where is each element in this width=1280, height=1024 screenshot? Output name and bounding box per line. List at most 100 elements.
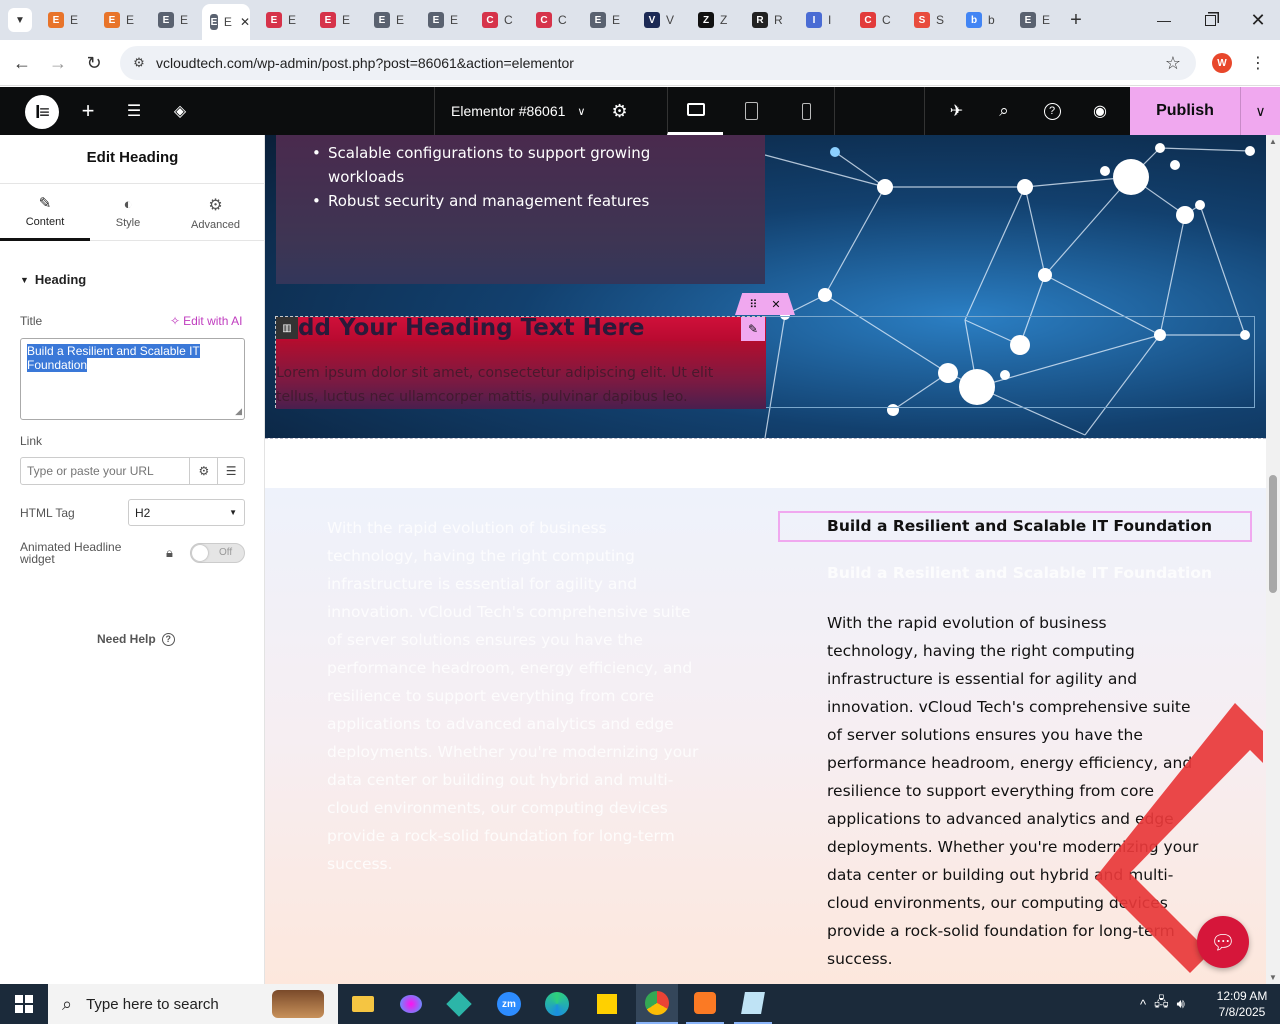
browser-tab[interactable]: E E ✕ [202,4,250,40]
start-button[interactable] [0,984,48,1024]
hero-section[interactable]: • Scalable configurations to support grow… [265,135,1266,438]
publish-button[interactable]: Publish [1130,87,1240,135]
finder-button[interactable]: ⌕ [988,87,1020,135]
browser-tab[interactable]: CC [852,6,904,34]
tab-search-button[interactable]: ▼ [8,8,32,32]
elementor-logo-button[interactable]: I≡ [25,95,59,129]
publish-options-button[interactable]: ∨ [1240,87,1280,135]
tab-title: R [774,13,783,27]
edit-with-ai-button[interactable]: ✧ Edit with AI [170,314,242,328]
close-tab-icon[interactable]: ✕ [240,15,250,29]
preview-button[interactable]: ◉ [1084,87,1116,135]
link-options-button[interactable]: ⚙ [189,458,217,484]
scroll-down-arrow[interactable]: ▼ [1269,973,1277,982]
taskbar-paint[interactable] [392,984,430,1024]
sparkle-icon: ✧ [170,314,181,328]
caret-down-icon: ▼ [229,508,237,517]
add-element-button[interactable]: + [76,97,100,125]
address-bar[interactable]: ⚙ vcloudtech.com/wp-admin/post.php?post=… [120,46,1196,80]
taskbar-chrome[interactable] [636,984,678,1024]
restore-button[interactable] [1192,6,1228,34]
clock[interactable]: 12:09 AM 7/8/2025 [1212,988,1272,1020]
tablet-view-button[interactable] [723,87,779,135]
browser-tab[interactable]: bb [958,6,1010,34]
tab-advanced[interactable]: ⚙ Advanced [166,184,265,241]
animated-headline-toggle[interactable]: Off [190,543,245,563]
taskbar-notepad[interactable] [734,984,772,1024]
browser-tab[interactable]: RR [744,6,796,34]
column-outline[interactable] [765,316,1255,408]
browser-tab[interactable]: CC [528,6,580,34]
new-tab-button[interactable]: + [1064,8,1088,32]
structure-button[interactable]: ◈ [168,97,192,125]
taskbar-search[interactable]: ⌕ Type here to search [48,984,338,1024]
taskbar-edge[interactable] [538,984,576,1024]
tab-title: E [126,13,135,27]
help-button[interactable]: ? [1036,87,1068,135]
browser-tab[interactable]: II [798,6,850,34]
delete-icon[interactable]: ✕ [771,298,780,311]
browser-tab[interactable]: EE [150,6,202,34]
drag-handle-icon[interactable]: ⠿ [749,298,757,311]
site-settings-button[interactable]: ☰ [122,97,146,125]
taskbar-sticky-notes[interactable] [588,984,626,1024]
browser-tab[interactable]: VV [636,6,688,34]
back-button[interactable]: ← [8,49,36,77]
browser-tab[interactable]: ZZ [690,6,742,34]
scroll-thumb[interactable] [1269,475,1277,593]
widget-handle[interactable]: ⠿ ✕ [735,293,795,315]
tab-style[interactable]: ◐ Style [90,184,166,241]
browser-tab[interactable]: EE [582,6,634,34]
chevron-down-icon: ∨ [1255,102,1266,119]
tab-title: I [828,13,832,27]
selected-heading-outline[interactable]: Build a Resilient and Scalable IT Founda… [778,511,1252,542]
chat-widget-button[interactable]: 💬︎ [1197,916,1249,968]
browser-tab[interactable]: EE [96,6,148,34]
panel-tabs: ✎ Content ◐ Style ⚙ Advanced [0,183,265,241]
browser-tab[interactable]: CC [474,6,526,34]
browser-tab[interactable]: EE [366,6,418,34]
scroll-up-arrow[interactable]: ▲ [1269,137,1277,146]
minimize-button[interactable]: — [1146,6,1182,34]
browser-menu-button[interactable]: ⋮ [1246,50,1270,76]
title-textarea[interactable]: Build a Resilient and Scalable IT Founda… [20,338,245,420]
taskbar-app-gem[interactable] [440,984,478,1024]
taskbar-zoom[interactable]: zm [490,984,528,1024]
browser-tab[interactable]: EE [420,6,472,34]
canvas-scrollbar[interactable]: ▲ ▼ [1266,135,1280,984]
heading-widget-placeholder[interactable]: ▥ ✎ dd Your Heading Text Here Lorem ipsu… [275,315,766,409]
html-tag-select[interactable]: H2 ▼ [128,499,245,526]
reload-button[interactable]: ↻ [80,49,108,77]
bookmark-star-icon[interactable]: ☆ [1162,52,1184,74]
taskbar-xampp[interactable] [686,984,724,1024]
taskbar-file-explorer[interactable] [344,984,382,1024]
paragraph-line: cloud environments, our computing device… [327,799,668,817]
close-window-button[interactable]: ✕ [1240,6,1276,34]
edit-widget-pencil-icon[interactable]: ✎ [741,317,765,341]
need-help-link[interactable]: Need Help ? [97,632,175,646]
link-input[interactable] [21,458,190,484]
page-settings-icon[interactable]: ⚙ [611,101,627,122]
paragraph-line: With the rapid evolution of business [327,519,607,537]
forward-button[interactable]: → [44,49,72,77]
profile-avatar[interactable]: W [1212,53,1232,73]
browser-tab[interactable]: EE [312,6,364,34]
desktop-view-button[interactable] [667,87,723,135]
network-icon[interactable]: 🖧︎ [1154,993,1169,1015]
site-settings-icon[interactable]: ⚙ [130,54,148,72]
notes-button[interactable]: ✈ [924,87,988,135]
document-title-area[interactable]: Elementor #86061 ∨ ⚙ [434,87,656,135]
column-edit-icon[interactable]: ▥ [276,317,298,339]
volume-icon[interactable]: 🔊︎ [1177,996,1185,1012]
features-card[interactable]: • Scalable configurations to support grow… [276,135,765,284]
dynamic-tags-button[interactable]: ☰ [217,458,244,484]
tab-content[interactable]: ✎ Content [0,184,90,241]
browser-tab[interactable]: SS [906,6,958,34]
browser-tab[interactable]: EE [40,6,92,34]
section-heading-toggle[interactable]: ▼ Heading [20,272,86,287]
browser-tab[interactable]: EE [1012,6,1064,34]
chevron-up-icon[interactable]: ^ [1140,997,1146,1012]
content-section[interactable]: With the rapid evolution of business tech… [265,488,1266,984]
mobile-view-button[interactable] [779,87,835,135]
browser-tab[interactable]: EE [258,6,310,34]
